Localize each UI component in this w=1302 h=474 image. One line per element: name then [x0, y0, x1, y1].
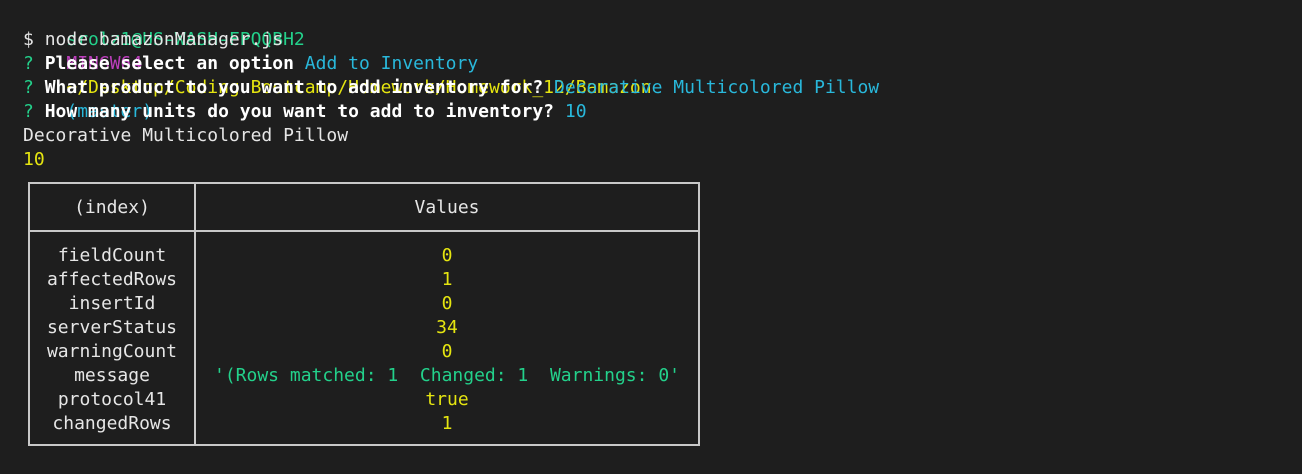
question-mark-icon: ?	[23, 53, 34, 74]
shell-prompt-line: srolz1@US-WASH-FPQQBH2 MINGW64 ~/Desktop…	[23, 4, 1283, 122]
answer-text: 10	[564, 101, 587, 122]
index-column-header: (index)	[74, 197, 150, 218]
answer-text: Decorative Multicolored Pillow	[554, 77, 880, 98]
question-text: Please select an option	[44, 53, 294, 74]
row-key: changedRows	[52, 413, 172, 434]
table-row: warningCount 0	[30, 340, 698, 364]
table-body: fieldCount 0 affectedRows 1 insertId 0 serverS…	[30, 244, 698, 436]
row-value: '(Rows matched: 1 Changed: 1 Warnings: 0…	[214, 365, 680, 386]
question-line: ? What product to you want to add invent…	[23, 76, 1283, 100]
question-line: ? How many units do you want to add to i…	[23, 100, 1283, 124]
table-row: affectedRows 1	[30, 268, 698, 292]
product-name-output: Decorative Multicolored Pillow	[23, 125, 349, 146]
question-text: How many units do you want to add to inv…	[44, 101, 555, 122]
row-key: fieldCount	[57, 245, 167, 266]
row-value: 0	[441, 245, 453, 266]
header-divider	[30, 230, 698, 232]
console-table: (index) Values fieldCount 0 affectedRows 1 i…	[28, 182, 700, 446]
question-mark-icon: ?	[23, 101, 34, 122]
question-line: ? Please select an option Add to Invento…	[23, 52, 1283, 76]
table-row: changedRows 1	[30, 412, 698, 436]
terminal-output[interactable]: srolz1@US-WASH-FPQQBH2 MINGW64 ~/Desktop…	[23, 4, 1283, 172]
table-row: protocol41 true	[30, 388, 698, 412]
row-value: 34	[436, 317, 458, 338]
row-key: warningCount	[46, 341, 178, 362]
row-value: 0	[441, 341, 453, 362]
values-column-header: Values	[414, 197, 480, 218]
table-row: fieldCount 0	[30, 244, 698, 268]
row-key: message	[74, 365, 150, 386]
command-text: node bamazonManager.js	[44, 29, 284, 50]
question-mark-icon: ?	[23, 77, 34, 98]
command-symbol: $	[23, 29, 34, 50]
row-value: 1	[441, 269, 453, 290]
command-line: $ node bamazonManager.js	[23, 28, 1283, 52]
table-row: serverStatus 34	[30, 316, 698, 340]
row-key: serverStatus	[46, 317, 178, 338]
row-key: protocol41	[57, 389, 167, 410]
answer-text: Add to Inventory	[304, 53, 479, 74]
quantity-output: 10	[23, 149, 45, 170]
row-value: true	[425, 389, 469, 410]
row-key: affectedRows	[46, 269, 178, 290]
row-value: 0	[441, 293, 453, 314]
table-row: message '(Rows matched: 1 Changed: 1 Warn…	[30, 364, 698, 388]
question-text: What product to you want to add inventor…	[44, 77, 544, 98]
row-value: 1	[441, 413, 453, 434]
row-key: insertId	[68, 293, 156, 314]
table-row: insertId 0	[30, 292, 698, 316]
